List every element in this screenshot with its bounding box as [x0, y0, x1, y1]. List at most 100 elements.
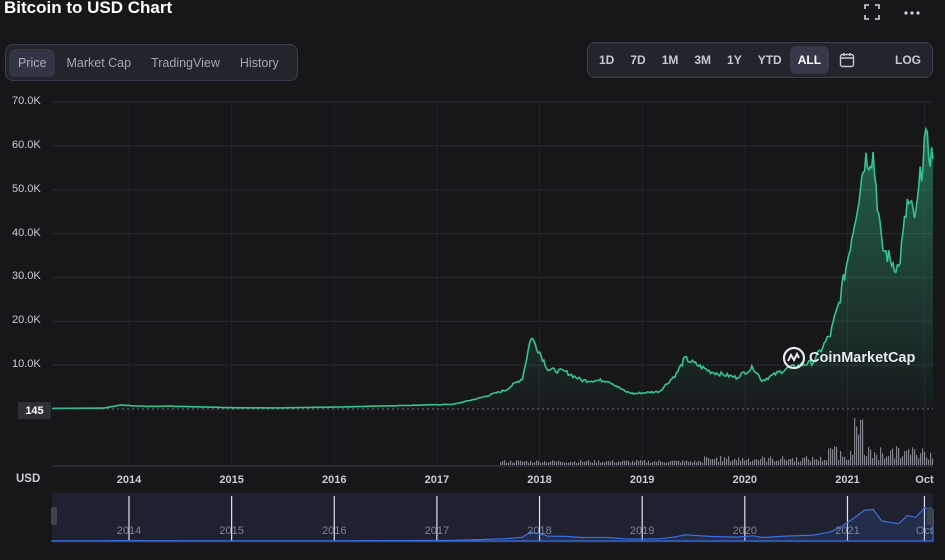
volume-bar: [658, 460, 660, 465]
volume-bar: [540, 462, 542, 465]
volume-bar: [588, 460, 590, 465]
volume-bar: [794, 461, 796, 465]
volume-bar: [548, 462, 550, 465]
volume-bar: [694, 460, 696, 465]
volume-bar: [892, 448, 894, 465]
volume-bar: [630, 462, 632, 465]
volume-bar: [770, 456, 772, 465]
volume-bar: [530, 460, 532, 465]
volume-bar: [696, 462, 698, 465]
navigator-tick-label: 2019: [629, 525, 655, 537]
volume-bar: [792, 458, 794, 465]
volume-bar: [594, 460, 596, 465]
volume-bar: [750, 461, 752, 465]
volume-bar: [930, 452, 932, 465]
volume-bar: [542, 462, 544, 465]
y-tick-label: 70.0K: [12, 95, 41, 107]
volume-bar: [692, 462, 694, 465]
volume-bar: [742, 457, 744, 465]
y-tick-label: 50.0K: [12, 182, 41, 195]
volume-bar: [622, 460, 624, 465]
navigator-tick-label: 2016: [322, 525, 347, 537]
volume-bar: [764, 457, 766, 465]
volume-bar: [884, 458, 886, 465]
volume-bar: [534, 462, 536, 465]
volume-bar: [670, 461, 672, 465]
volume-bar: [666, 462, 668, 465]
volume-bar: [828, 448, 830, 465]
volume-bar: [656, 461, 658, 465]
volume-bar: [550, 461, 552, 465]
volume-bar: [590, 462, 592, 465]
volume-bar: [926, 457, 928, 465]
volume-bar: [528, 462, 530, 465]
volume-bar: [776, 460, 778, 465]
volume-bar: [810, 461, 812, 465]
volume-bar: [524, 461, 526, 465]
volume-bar: [536, 460, 538, 465]
price-chart[interactable]: [0, 0, 945, 560]
volume-bar: [812, 456, 814, 465]
volume-bar: [846, 459, 848, 465]
volume-bar: [620, 461, 622, 465]
volume-bar: [578, 462, 580, 465]
volume-bar: [836, 447, 838, 465]
volume-bar: [678, 460, 680, 465]
volume-bar: [514, 462, 516, 465]
volume-bar: [782, 456, 784, 465]
navigator-tick-label: 2018: [527, 525, 552, 537]
x-tick-label: 2015: [219, 474, 244, 486]
volume-bar: [800, 461, 802, 465]
volume-bar: [796, 457, 798, 465]
volume-bar: [586, 461, 588, 465]
volume-bar: [502, 461, 504, 465]
volume-bar: [602, 461, 604, 465]
volume-bar: [682, 460, 684, 465]
volume-bar: [852, 454, 854, 465]
volume-bar: [802, 457, 804, 465]
x-tick-label: Oct: [915, 474, 934, 486]
navigator-right-handle[interactable]: [927, 507, 933, 525]
volume-bar: [608, 461, 610, 465]
volume-bar: [712, 459, 714, 465]
volume-bar: [614, 462, 616, 465]
volume-bar: [504, 460, 506, 465]
volume-bar: [882, 453, 884, 465]
volume-bar: [672, 460, 674, 465]
volume-bar: [842, 456, 844, 465]
x-tick-label: 2019: [629, 474, 655, 486]
volume-bar: [668, 462, 670, 465]
volume-bar: [606, 461, 608, 465]
volume-bar: [762, 456, 764, 465]
volume-bar: [880, 447, 882, 465]
volume-bar: [756, 459, 758, 465]
volume-bar: [674, 460, 676, 465]
volume-bar: [510, 460, 512, 465]
navigator-tick-label: 2015: [219, 525, 244, 537]
y-tick-label: 40.0K: [12, 226, 41, 239]
volume-bar: [544, 461, 546, 465]
volume-bar: [784, 459, 786, 465]
y-tick-label: 60.0K: [12, 138, 41, 151]
volume-bar: [870, 449, 872, 465]
volume-bar: [518, 460, 520, 465]
navigator-left-handle[interactable]: [51, 507, 57, 525]
volume-bar: [554, 461, 556, 465]
volume-bar: [886, 456, 888, 465]
volume-bar: [664, 462, 666, 465]
volume-bar: [778, 460, 780, 465]
volume-bar: [722, 461, 724, 465]
volume-bar: [814, 459, 816, 465]
volume-bar: [500, 462, 502, 465]
volume-bar: [560, 461, 562, 465]
volume-bar: [716, 457, 718, 465]
volume-bar: [758, 460, 760, 465]
volume-bar: [894, 458, 896, 465]
volume-bar: [726, 459, 728, 465]
volume-bar: [572, 462, 574, 465]
volume-bar: [680, 462, 682, 465]
volume-bar: [854, 418, 856, 465]
volume-bar: [924, 451, 926, 465]
volume-bar: [774, 461, 776, 465]
volume-bar: [592, 462, 594, 465]
